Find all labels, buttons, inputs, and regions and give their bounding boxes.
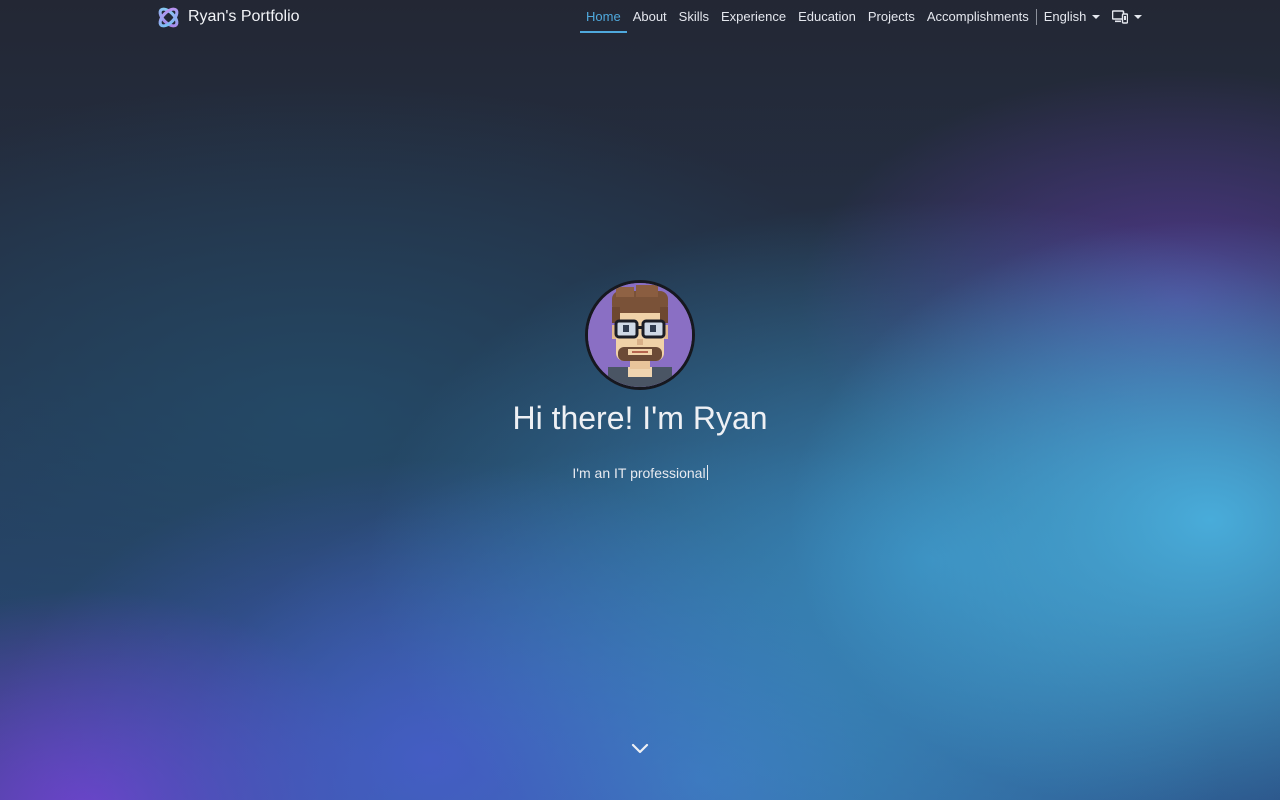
theme-dropdown[interactable]	[1106, 0, 1148, 33]
nav-experience[interactable]: Experience	[715, 0, 792, 33]
scroll-down-button[interactable]	[630, 740, 650, 758]
language-dropdown[interactable]: English	[1038, 0, 1107, 33]
typing-cursor	[706, 465, 708, 481]
language-selected: English	[1043, 9, 1087, 24]
hero-section: Hi there! I'm Ryan I'm an IT professiona…	[0, 280, 1280, 482]
nav-projects[interactable]: Projects	[862, 0, 921, 33]
nav-skills[interactable]: Skills	[673, 0, 715, 33]
navbar: Ryan's Portfolio Home About Skills Exper…	[0, 0, 1280, 33]
brand-link[interactable]: Ryan's Portfolio	[156, 4, 300, 30]
nav-home[interactable]: Home	[580, 0, 627, 33]
avatar	[585, 280, 695, 390]
hero-subtitle: I'm an IT professional	[572, 464, 708, 482]
caret-down-icon	[1134, 14, 1143, 19]
chevron-down-icon	[631, 743, 649, 754]
nav-education[interactable]: Education	[792, 0, 862, 33]
brand-name: Ryan's Portfolio	[188, 8, 300, 25]
nav-divider	[1035, 8, 1037, 25]
hero-title: Hi there! I'm Ryan	[512, 400, 768, 436]
portfolio-logo-icon	[158, 7, 179, 27]
nav-accomplishments[interactable]: Accomplishments	[921, 0, 1035, 33]
device-theme-icon	[1112, 9, 1129, 24]
pixel-avatar-icon	[588, 283, 692, 387]
caret-down-icon	[1092, 14, 1101, 19]
typed-text: I'm an IT professional	[572, 465, 706, 482]
nav-about[interactable]: About	[627, 0, 673, 33]
nav-links: Home About Skills Experience Education P…	[580, 0, 1148, 33]
